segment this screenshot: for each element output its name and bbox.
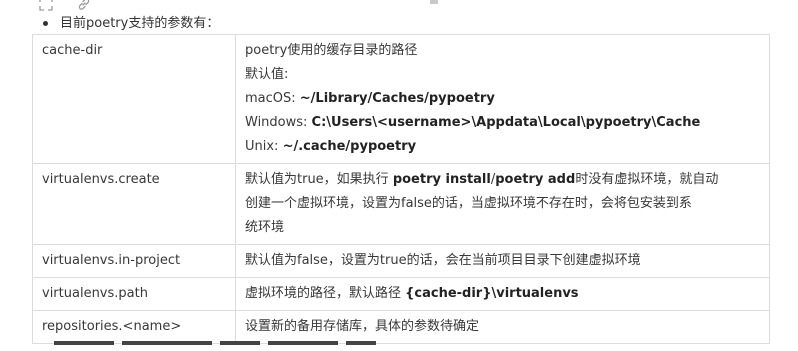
param-description-cell: 设置新的备用存储库，具体的参数待确定: [235, 310, 770, 344]
description-line: 统环境: [245, 216, 759, 240]
description-text: Unix:: [245, 139, 283, 154]
intro-text: 目前poetry支持的参数有：: [60, 16, 220, 31]
description-line: 默认值为false，设置为true的话，会在当前项目目录下创建虚拟环境: [245, 249, 759, 273]
document-page: 目前poetry支持的参数有： cache-dir poetry使用的缓存目录的路…: [0, 0, 798, 351]
param-description-cell: poetry使用的缓存目录的路径 默认值: macOS: ~/Library/Cac…: [235, 34, 770, 164]
description-line: 默认值为true，如果执行 poetry install/poetry add时…: [245, 168, 759, 192]
inline-code: C:\Users\<username>\Appdata\Local\pypoet…: [311, 115, 701, 130]
param-name-cell: virtualenvs.in-project: [32, 244, 236, 278]
param-description-cell: 虚拟环境的路径，默认路径 {cache-dir}\virtualenvs: [235, 277, 770, 311]
description-text: 虚拟环境的路径，默认路径: [245, 286, 406, 301]
table-row: virtualenvs.in-project 默认值为false，设置为true的…: [32, 244, 770, 278]
inline-code: {cache-dir}\virtualenvs: [405, 286, 579, 301]
description-line: poetry使用的缓存目录的路径: [245, 39, 759, 63]
description-text: 默认值:: [245, 67, 289, 82]
param-name-cell: cache-dir: [32, 34, 236, 164]
description-text: 默认值为true，如果执行: [245, 172, 393, 187]
intro-line: 目前poetry支持的参数有：: [43, 12, 219, 31]
text-cursor-mark: [430, 0, 438, 4]
params-table: cache-dir poetry使用的缓存目录的路径 默认值: macOS: ~/Li…: [32, 34, 770, 344]
description-text: poetry使用的缓存目录的路径: [245, 43, 418, 58]
description-line: 虚拟环境的路径，默认路径 {cache-dir}\virtualenvs: [245, 282, 759, 306]
link-icon[interactable]: [76, 0, 92, 12]
table-row: virtualenvs.path 虚拟环境的路径，默认路径 {cache-dir}…: [32, 277, 770, 311]
description-text: 创建一个虚拟环境，设置为false的话，当虚拟环境不存在时，会将包安装到系: [245, 196, 692, 211]
description-text: 设置新的备用存储库，具体的参数待确定: [245, 319, 480, 334]
description-line: 默认值:: [245, 63, 759, 87]
next-paragraph-fragment: [54, 341, 774, 351]
param-name-cell: virtualenvs.path: [32, 277, 236, 311]
table-row: repositories.<name> 设置新的备用存储库，具体的参数待确定: [32, 310, 770, 344]
table-row: virtualenvs.create 默认值为true，如果执行 poetry i…: [32, 163, 770, 245]
description-line: 设置新的备用存储库，具体的参数待确定: [245, 315, 759, 339]
description-line: 创建一个虚拟环境，设置为false的话，当虚拟环境不存在时，会将包安装到系: [245, 192, 759, 216]
inline-code: poetry install: [392, 172, 491, 187]
inline-code: ~/.cache/pypoetry: [282, 139, 417, 154]
description-text: macOS:: [245, 91, 300, 106]
description-text: 统环境: [245, 220, 285, 235]
description-text: Windows:: [245, 115, 312, 130]
description-line: macOS: ~/Library/Caches/pypoetry: [245, 87, 759, 111]
description-line: Unix: ~/.cache/pypoetry: [245, 135, 759, 159]
inline-code: ~/Library/Caches/pypoetry: [299, 91, 495, 106]
table-row: cache-dir poetry使用的缓存目录的路径 默认值: macOS: ~/Li…: [32, 34, 770, 164]
expand-icon[interactable]: [38, 0, 54, 12]
description-line: Windows: C:\Users\<username>\Appdata\Loc…: [245, 111, 759, 135]
param-name-cell: virtualenvs.create: [32, 163, 236, 245]
param-description-cell: 默认值为true，如果执行 poetry install/poetry add时…: [235, 163, 770, 245]
inline-code: poetry add: [495, 172, 576, 187]
params-table-body: cache-dir poetry使用的缓存目录的路径 默认值: macOS: ~/Li…: [32, 34, 770, 344]
description-text: 默认值为false，设置为true的话，会在当前项目目录下创建虚拟环境: [245, 253, 641, 268]
bullet-dot: [43, 21, 48, 26]
param-name-cell: repositories.<name>: [32, 310, 236, 344]
param-description-cell: 默认值为false，设置为true的话，会在当前项目目录下创建虚拟环境: [235, 244, 770, 278]
description-text: 时没有虚拟环境，就自动: [575, 172, 719, 187]
